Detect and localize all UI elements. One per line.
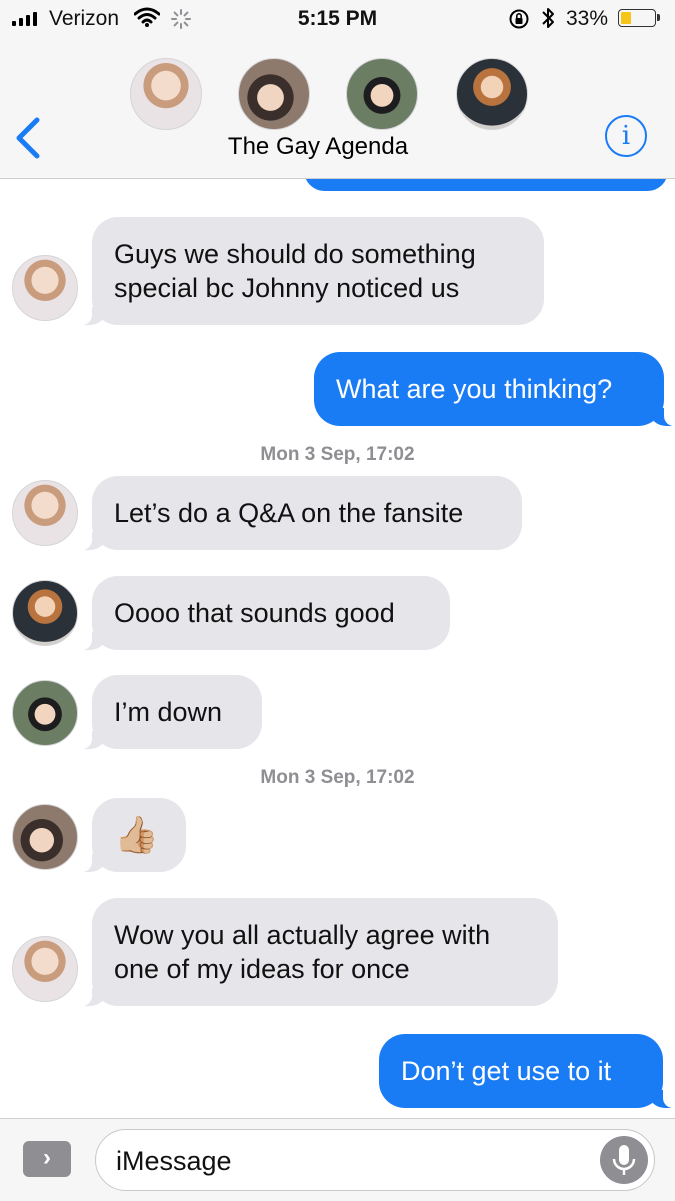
- message-text: Let’s do a Q&A on the fansite: [114, 498, 464, 528]
- message-timestamp: Mon 3 Sep, 17:02: [260, 444, 415, 465]
- sender-avatar[interactable]: [12, 580, 78, 646]
- group-avatars[interactable]: [0, 56, 675, 132]
- battery-percentage: 33%: [566, 7, 609, 30]
- incoming-message-bubble[interactable]: 👍🏼: [78, 798, 186, 872]
- sender-avatar[interactable]: [12, 480, 78, 546]
- sender-avatar[interactable]: [12, 936, 78, 1002]
- message-text: special bc Johnny noticed us: [114, 273, 460, 303]
- message-input[interactable]: [114, 1142, 588, 1180]
- battery-icon: [618, 9, 660, 27]
- conversation-header: Verizon 5:15 PM 33% The Gay Agenda i: [0, 0, 675, 179]
- status-bar: Verizon 5:15 PM 33%: [0, 0, 675, 40]
- message-text: Don’t get use to it: [401, 1056, 612, 1086]
- incoming-message-bubble[interactable]: Guys we should do something special bc J…: [78, 217, 544, 325]
- info-button[interactable]: i: [605, 115, 647, 157]
- incoming-message-bubble[interactable]: Oooo that sounds good: [78, 576, 450, 650]
- message-input-container[interactable]: [95, 1129, 655, 1191]
- participant-avatar[interactable]: [346, 58, 418, 130]
- sender-avatar[interactable]: [12, 255, 78, 321]
- thumbs-up-icon: 👍🏼: [114, 814, 159, 855]
- incoming-message-bubble[interactable]: Let’s do a Q&A on the fansite: [78, 476, 522, 550]
- microphone-icon: [612, 1145, 636, 1175]
- activity-spinner-icon: [171, 9, 191, 29]
- microphone-button[interactable]: [600, 1136, 648, 1184]
- cellular-signal-icon: [12, 10, 37, 26]
- incoming-message-bubble[interactable]: I’m down: [78, 675, 262, 749]
- incoming-message-bubble[interactable]: Wow you all actually agree with one of m…: [78, 898, 558, 1006]
- message-text: What are you thinking?: [336, 374, 613, 404]
- sender-avatar[interactable]: [12, 804, 78, 870]
- bluetooth-icon: [542, 8, 554, 28]
- app-drawer-button[interactable]: ›: [23, 1141, 71, 1177]
- info-icon: i: [621, 121, 631, 151]
- participant-avatar[interactable]: [130, 58, 202, 130]
- message-text: Wow you all actually agree with: [114, 920, 491, 950]
- participant-avatar[interactable]: [456, 58, 528, 130]
- outgoing-message-bubble[interactable]: Don’t get use to it: [379, 1034, 675, 1108]
- message-text: I’m down: [114, 697, 223, 727]
- participant-avatar[interactable]: [238, 58, 310, 130]
- carrier-name: Verizon: [49, 7, 120, 30]
- message-text: Oooo that sounds good: [114, 598, 395, 628]
- message-timestamp: Mon 3 Sep, 17:02: [260, 767, 415, 788]
- wifi-icon: [134, 7, 160, 27]
- sender-avatar[interactable]: [12, 680, 78, 746]
- chevron-left-icon: [16, 117, 40, 159]
- compose-bar: ›: [0, 1118, 675, 1201]
- message-text: one of my ideas for once: [114, 954, 410, 984]
- group-name[interactable]: The Gay Agenda: [0, 133, 636, 161]
- back-button[interactable]: [12, 116, 46, 160]
- chevron-right-icon: ›: [43, 1144, 51, 1171]
- outgoing-message-bubble[interactable]: What are you thinking?: [314, 352, 675, 426]
- rotation-lock-icon: [509, 9, 529, 29]
- message-text: Guys we should do something: [114, 239, 476, 269]
